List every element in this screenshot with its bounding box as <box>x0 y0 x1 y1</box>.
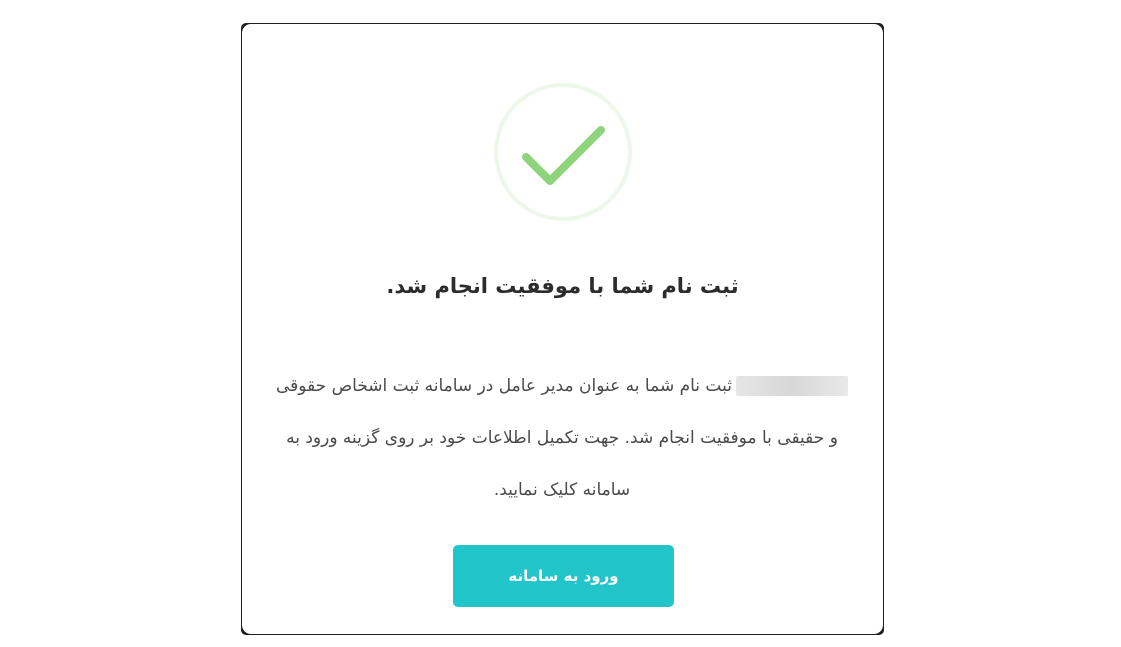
success-dialog: ثبت نام شما با موفقیت انجام شد. ثبت نام … <box>242 24 883 634</box>
success-message: ثبت نام شما به عنوان مدیر عامل در سامانه… <box>276 360 848 516</box>
success-indicator <box>493 82 633 222</box>
login-to-system-button[interactable]: ورود به سامانه <box>453 545 674 607</box>
redacted-name <box>736 376 848 396</box>
dialog-frame: ثبت نام شما با موفقیت انجام شد. ثبت نام … <box>241 23 884 635</box>
checkmark-icon <box>494 83 632 221</box>
success-title: ثبت نام شما با موفقیت انجام شد. <box>386 274 739 298</box>
